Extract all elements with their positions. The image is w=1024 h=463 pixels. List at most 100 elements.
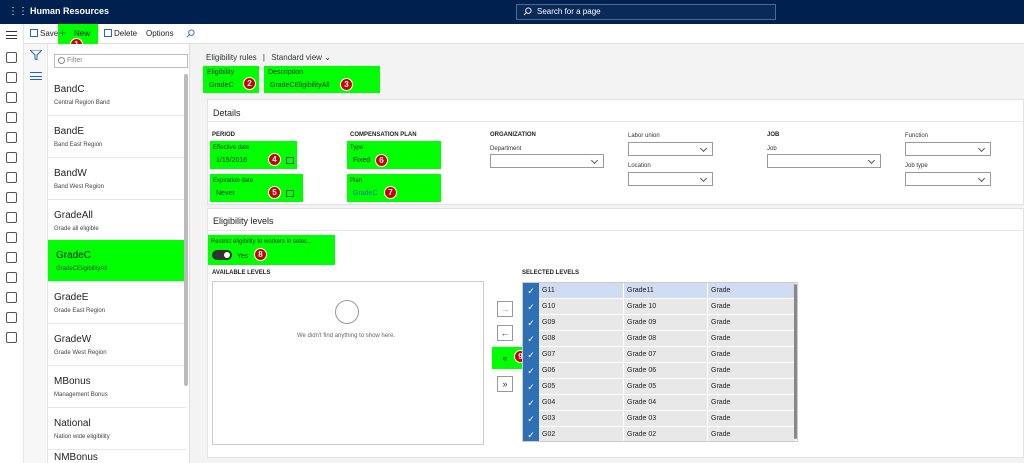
description-label: Description — [268, 69, 304, 76]
plan-value: GradeC — [353, 190, 378, 197]
check-icon[interactable]: ✓ — [523, 363, 539, 379]
table-row[interactable]: ✓ G04 Grade 04 Grade — [523, 395, 795, 411]
callout-badge-8: 8 — [254, 248, 267, 261]
remove-all-levels-button[interactable]: « — [497, 350, 513, 366]
list-item[interactable]: GradeAll Grade all eligible — [48, 200, 186, 242]
list-item[interactable]: MBonus Management Bonus — [48, 366, 186, 408]
department-dropdown[interactable] — [490, 154, 604, 168]
expiration-date-label: Expiration date — [213, 178, 254, 184]
check-icon[interactable]: ✓ — [523, 395, 539, 411]
check-icon[interactable]: ✓ — [523, 411, 539, 427]
options-button[interactable]: Options — [146, 28, 174, 40]
table-row[interactable]: ✓ G11 Grade11 Grade — [523, 283, 795, 299]
table-row[interactable]: ✓ G07 Grade 07 Grade — [523, 347, 795, 363]
table-row[interactable]: ✓ G08 Grade 08 Grade — [523, 331, 795, 347]
level-type: Grade — [711, 431, 731, 438]
list-item[interactable]: GradeW Grade West Region — [48, 324, 186, 366]
list-view-icon[interactable] — [30, 72, 42, 80]
report-icon[interactable] — [6, 172, 17, 183]
list-scrollbar[interactable] — [184, 74, 188, 386]
person-icon[interactable] — [6, 152, 17, 163]
level-name: Grade 02 — [627, 431, 657, 438]
list-item-title: BandC — [54, 84, 85, 95]
benefits-icon[interactable] — [6, 252, 17, 263]
details-title[interactable]: Details — [213, 108, 241, 118]
level-code: G07 — [542, 351, 556, 358]
labor-union-dropdown[interactable] — [628, 142, 713, 156]
file-icon[interactable] — [6, 192, 17, 203]
check-icon[interactable]: ✓ — [523, 427, 539, 441]
chevron-down-icon[interactable]: ⌄ — [324, 53, 331, 62]
delete-button[interactable]: Delete — [104, 28, 137, 40]
job-type-dropdown[interactable] — [905, 172, 991, 186]
chat-icon[interactable] — [6, 332, 17, 343]
home-icon[interactable] — [6, 52, 17, 63]
tasks-icon[interactable] — [6, 212, 17, 223]
list-item[interactable]: National Nation wide eligibility — [48, 408, 186, 450]
save-button[interactable]: Save — [30, 28, 58, 40]
calendar-icon[interactable] — [286, 190, 294, 197]
table-row[interactable]: ✓ G06 Grade 06 Grade — [523, 363, 795, 379]
location-dropdown[interactable] — [628, 172, 713, 186]
restrict-eligibility-value: Yes — [237, 253, 249, 260]
compensation-icon[interactable] — [6, 292, 17, 303]
add-all-levels-button[interactable]: » — [497, 376, 513, 392]
level-code: G08 — [542, 335, 556, 342]
search-icon[interactable] — [186, 29, 195, 38]
check-icon[interactable]: ✓ — [523, 347, 539, 363]
check-icon[interactable]: ✓ — [523, 283, 539, 299]
check-icon[interactable]: ✓ — [523, 315, 539, 331]
team-icon[interactable] — [6, 232, 17, 243]
calendar-icon[interactable] — [286, 157, 294, 164]
list-item-subtitle: Grade West Region — [54, 350, 107, 356]
callout-badge-3: 3 — [340, 78, 353, 91]
table-row[interactable]: ✓ G05 Grade 05 Grade — [523, 379, 795, 395]
filter-icon[interactable] — [30, 50, 42, 60]
table-row[interactable]: ✓ G10 Grade 10 Grade — [523, 299, 795, 315]
remove-level-button[interactable]: ← — [497, 325, 513, 341]
table-row[interactable]: ✓ G03 Grade 03 Grade — [523, 411, 795, 427]
check-icon[interactable]: ✓ — [523, 299, 539, 315]
selected-levels-scrollbar[interactable] — [794, 284, 797, 439]
list-item[interactable]: BandE Band East Region — [48, 116, 186, 158]
type-field[interactable]: Type Fixed — [347, 141, 441, 169]
level-name: Grade 10 — [627, 303, 657, 310]
hierarchy-icon[interactable] — [6, 312, 17, 323]
list-icon[interactable] — [6, 272, 17, 283]
job-dropdown[interactable] — [767, 154, 881, 168]
list-item[interactable]: BandC Central Region Band — [48, 74, 186, 116]
view-selector[interactable]: Standard view — [271, 53, 322, 62]
level-code: G04 — [542, 399, 556, 406]
search-input[interactable]: Search for a page — [516, 4, 776, 20]
menu-icon[interactable] — [6, 31, 17, 39]
list-item-selected[interactable]: GradeC GradeCEligibilityAll — [48, 240, 186, 282]
people-icon[interactable] — [6, 72, 17, 83]
add-level-button[interactable]: → — [497, 301, 513, 317]
list-item[interactable]: BandW Band West Region — [48, 158, 186, 200]
document-icon[interactable] — [6, 132, 17, 143]
level-type: Grade — [711, 287, 731, 294]
check-icon[interactable]: ✓ — [523, 331, 539, 347]
description-field[interactable]: Description GradeCEligibilityAll — [264, 66, 380, 93]
effective-date-field[interactable]: Effective date 1/15/2016 — [210, 141, 297, 169]
list-item[interactable]: NMBonus — [48, 450, 186, 463]
level-type: Grade — [711, 319, 731, 326]
app-launcher-icon[interactable]: ⋮⋮ — [8, 6, 28, 18]
breadcrumb-page[interactable]: Eligibility rules — [206, 53, 257, 62]
filter-input[interactable]: Filter — [54, 54, 188, 68]
expiration-date-field[interactable]: Expiration date Never — [210, 174, 303, 202]
level-type: Grade — [711, 383, 731, 390]
table-row[interactable]: ✓ G02 Grade 02 Grade — [523, 427, 795, 441]
workers-icon[interactable] — [6, 92, 17, 103]
check-icon[interactable]: ✓ — [523, 379, 539, 395]
restrict-eligibility-toggle[interactable] — [212, 250, 232, 260]
org-icon[interactable] — [6, 112, 17, 123]
selected-levels-grid: ✓ G11 Grade11 Grade ✓ G10 Grade 10 Grade ✓ G09 G… — [522, 282, 798, 442]
delete-icon — [104, 29, 112, 37]
table-row[interactable]: ✓ G09 Grade 09 Grade — [523, 315, 795, 331]
available-levels-heading: AVAILABLE LEVELS — [212, 270, 271, 276]
function-dropdown[interactable] — [905, 142, 991, 156]
list-item[interactable]: GradeE Grade East Region — [48, 282, 186, 324]
effective-date-value: 1/15/2016 — [216, 157, 248, 164]
eligibility-levels-title[interactable]: Eligibility levels — [213, 216, 274, 226]
